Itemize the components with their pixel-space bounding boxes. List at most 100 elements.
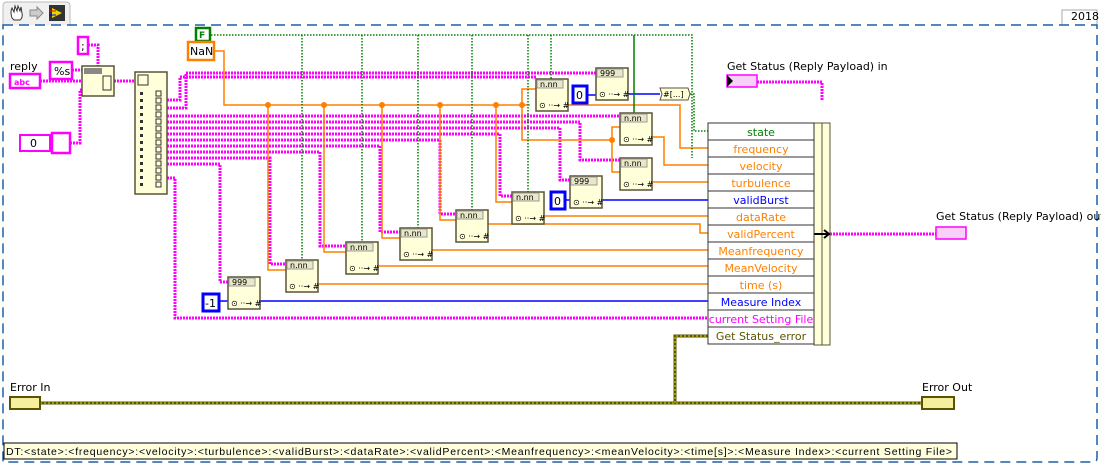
- svg-text:⊙ ··→ #: ⊙ ··→ #: [623, 180, 654, 189]
- node-label: 999: [600, 69, 615, 78]
- svg-text:#[...]: #[...]: [663, 90, 684, 99]
- svg-text:;: ;: [81, 40, 85, 53]
- index-terminal: [140, 99, 143, 102]
- index-terminal: [140, 134, 143, 137]
- svg-text:NaN: NaN: [190, 45, 213, 58]
- bundle-field[interactable]: Meanfrequency: [707, 241, 815, 260]
- bundle-field-label: time (s): [740, 279, 783, 292]
- svg-text:0: 0: [576, 89, 583, 102]
- node-label: n.nn: [350, 243, 368, 252]
- svg-text:⊙ ··→ #: ⊙ ··→ #: [403, 250, 434, 259]
- svg-text:⊙ ··→ #: ⊙ ··→ #: [515, 214, 546, 223]
- bundle-field[interactable]: time (s): [707, 275, 815, 294]
- index-terminal: [140, 169, 143, 172]
- error-out-terminal[interactable]: [921, 396, 955, 410]
- integer-string-to-number-node[interactable]: 999 ⊙ ··→ #: [569, 175, 604, 209]
- bundle-field-label: state: [747, 126, 775, 139]
- reply-control[interactable]: abc: [8, 72, 42, 90]
- error-in-label: Error In: [10, 381, 51, 394]
- decimal-string-to-number-node[interactable]: n.nn ⊙ ··→ #: [535, 78, 570, 112]
- vi-icon[interactable]: [49, 5, 65, 21]
- string-glyph: abc: [14, 78, 30, 87]
- svg-text:-1: -1: [205, 297, 216, 310]
- bundle-field[interactable]: validBurst: [707, 190, 815, 209]
- bundle-field[interactable]: frequency: [707, 139, 815, 158]
- array-to-cluster-node[interactable]: #[...]: [659, 87, 691, 101]
- index-terminal: [140, 120, 143, 123]
- decimal-string-to-number-node[interactable]: n.nn ⊙ ··→ #: [285, 259, 320, 293]
- bundle-field[interactable]: state: [707, 122, 815, 141]
- bundle-field[interactable]: dataRate: [707, 207, 815, 226]
- decimal-string-to-number-node[interactable]: n.nn ⊙ ··→ #: [345, 241, 380, 275]
- decimal-string-to-number-node[interactable]: n.nn ⊙ ··→ #: [619, 157, 654, 191]
- node-label: n.nn: [404, 229, 422, 238]
- bundle-field[interactable]: Get Status_error: [707, 326, 815, 345]
- decimal-string-to-number-node[interactable]: n.nn ⊙ ··→ #: [511, 191, 546, 225]
- decimal-string-to-number-node[interactable]: n.nn ⊙ ··→ #: [455, 209, 490, 243]
- bundle-field[interactable]: current Setting File: [707, 309, 815, 328]
- svg-text:⊙ ··→ #: ⊙ ··→ #: [289, 282, 320, 291]
- bool-false-constant[interactable]: F: [194, 26, 212, 43]
- node-label: 999: [232, 278, 247, 287]
- index-terminal: [140, 148, 143, 151]
- decimal-string-to-number-node[interactable]: n.nn ⊙ ··→ #: [399, 227, 434, 261]
- index-terminal: [140, 113, 143, 116]
- diagram-comment[interactable]: DT:<state>:<frequency>:<velocity>:<turbu…: [3, 442, 958, 460]
- svg-text:0: 0: [30, 137, 37, 150]
- svg-text:F: F: [199, 31, 205, 41]
- spreadsheet-string-to-array-node[interactable]: [81, 65, 115, 97]
- bundle-field-label: validBurst: [733, 194, 789, 207]
- bundle-field-label: Get Status_error: [716, 330, 807, 343]
- svg-text:⊙ ··→ #: ⊙ ··→ #: [573, 198, 604, 207]
- index-terminal: [140, 106, 143, 109]
- svg-text:⊙ ··→ #: ⊙ ··→ #: [231, 299, 262, 308]
- zero-constant[interactable]: 0: [549, 190, 567, 211]
- zero-constant[interactable]: 0: [571, 84, 589, 105]
- index-terminal: [140, 127, 143, 130]
- svg-text:⊙ ··→ #: ⊙ ··→ #: [459, 232, 490, 241]
- bundle-input-label: Get Status (Reply Payload) in: [727, 60, 888, 73]
- bundle-output-terminal[interactable]: [935, 226, 967, 240]
- svg-text:⊙ ··→ #: ⊙ ··→ #: [599, 90, 630, 99]
- svg-text:⊙ ··→ #: ⊙ ··→ #: [623, 135, 654, 144]
- bundle-by-name-node[interactable]: state frequency velocity turbulence validBur…: [707, 122, 831, 346]
- node-label: n.nn: [624, 159, 642, 168]
- bundle-field-label: velocity: [740, 160, 783, 173]
- index-terminal: [140, 155, 143, 158]
- reply-label: reply: [10, 60, 38, 73]
- version-tab: 2018: [1061, 9, 1099, 25]
- integer-string-to-number-node[interactable]: 999 ⊙ ··→ #: [227, 276, 262, 310]
- error-out-label: Error Out: [922, 381, 973, 394]
- bundle-output-label: Get Status (Reply Payload) out: [936, 210, 1101, 223]
- numeric-control[interactable]: 0: [19, 131, 72, 155]
- error-in-terminal[interactable]: [9, 396, 41, 410]
- node-label: 999: [574, 177, 589, 186]
- minus-one-constant[interactable]: -1: [201, 292, 221, 313]
- bundle-field[interactable]: validPercent: [707, 224, 815, 243]
- bundle-input-terminal[interactable]: [726, 74, 758, 88]
- format-constant[interactable]: %s: [48, 60, 74, 81]
- integer-string-to-number-node[interactable]: 999 ⊙ ··→ #: [595, 67, 630, 101]
- index-terminal: [140, 141, 143, 144]
- block-diagram: 2018 reply abc %s ; 0 F NaN 0 0 -1 n.nn⊙…: [2, 1, 1101, 463]
- svg-text:0: 0: [554, 195, 561, 208]
- decimal-string-to-number-node[interactable]: n.nn ⊙ ··→ #: [619, 112, 654, 146]
- bundle-field[interactable]: velocity: [707, 156, 815, 175]
- node-label: n.nn: [624, 114, 642, 123]
- bundle-field[interactable]: turbulence: [707, 173, 815, 192]
- node-label: n.nn: [540, 80, 558, 89]
- bundle-field[interactable]: Measure Index: [707, 292, 815, 311]
- node-label: n.nn: [290, 261, 308, 270]
- nan-constant[interactable]: NaN: [186, 40, 216, 62]
- delimiter-constant[interactable]: ;: [76, 35, 90, 56]
- toolbar: [2, 1, 71, 25]
- svg-text:⊙ ··→ #: ⊙ ··→ #: [349, 264, 380, 273]
- bundle-field[interactable]: MeanVelocity: [707, 258, 815, 277]
- bundle-field-label: turbulence: [731, 177, 791, 190]
- index-terminal: [140, 92, 143, 95]
- bundle-field-label: MeanVelocity: [724, 262, 798, 275]
- node-label: n.nn: [460, 211, 478, 220]
- bundle-field-label: frequency: [733, 143, 789, 156]
- index-array-node[interactable]: [134, 71, 168, 195]
- bundle-field-label: current Setting File: [709, 313, 814, 326]
